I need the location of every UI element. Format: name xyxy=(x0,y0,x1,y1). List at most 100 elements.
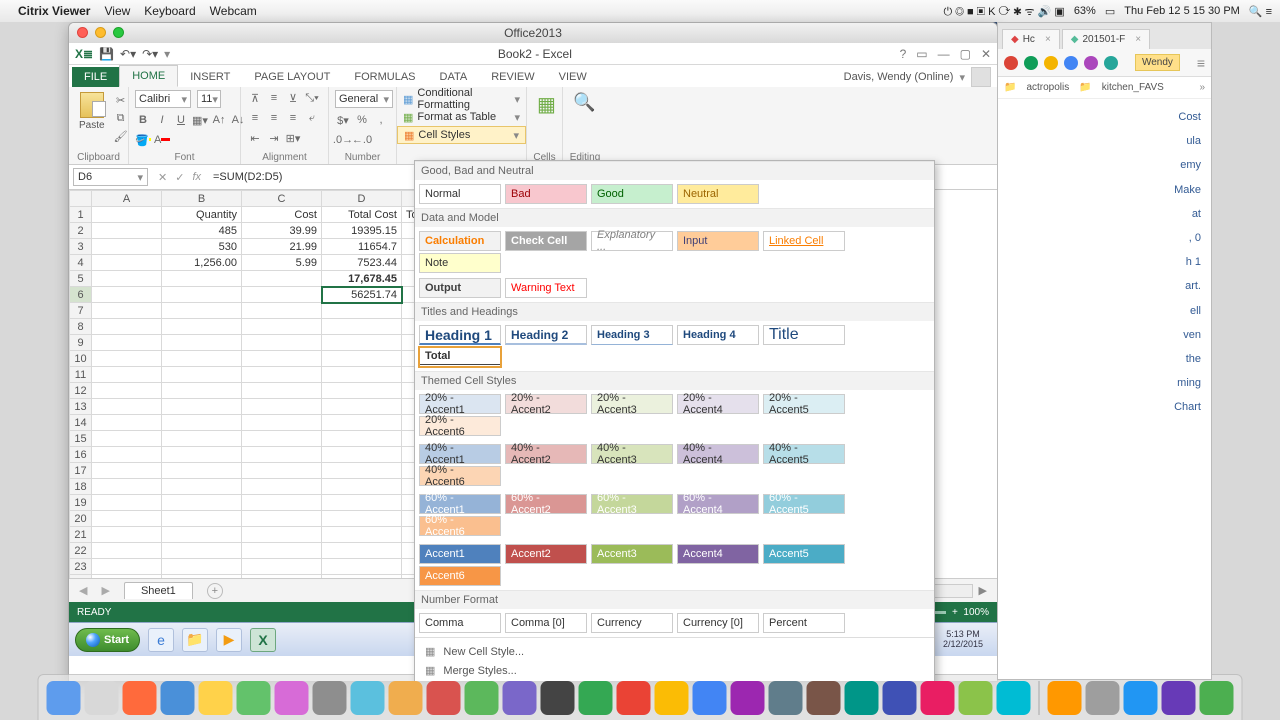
row-header[interactable]: 20 xyxy=(70,511,92,527)
row-header[interactable]: 11 xyxy=(70,367,92,383)
dock-app-icon[interactable] xyxy=(997,681,1031,715)
fx-icon[interactable]: fx xyxy=(192,171,201,184)
style-swatch[interactable]: Heading 4 xyxy=(677,325,759,345)
win-minimize-button[interactable]: — xyxy=(938,47,950,61)
ribbon-display-icon[interactable]: ▭ xyxy=(916,47,927,61)
style-swatch[interactable]: Accent1 xyxy=(419,544,501,564)
style-swatch[interactable]: Calculation xyxy=(419,231,501,251)
windows-clock[interactable]: 5:13 PM2/12/2015 xyxy=(935,630,991,650)
mac-menu-webcam[interactable]: Webcam xyxy=(210,4,257,18)
style-swatch[interactable]: Currency xyxy=(591,613,673,633)
style-swatch[interactable]: 60% - Accent1 xyxy=(419,494,501,514)
font-name-select[interactable]: Calibri▾ xyxy=(135,90,191,108)
ext-icon[interactable] xyxy=(1024,56,1038,70)
style-swatch[interactable]: 60% - Accent2 xyxy=(505,494,587,514)
style-swatch[interactable]: 40% - Accent3 xyxy=(591,444,673,464)
currency-button[interactable]: $▾ xyxy=(335,112,351,128)
style-swatch[interactable]: Accent2 xyxy=(505,544,587,564)
dock-app-icon[interactable] xyxy=(541,681,575,715)
row-header[interactable]: 24 xyxy=(70,575,92,579)
style-swatch[interactable]: Comma xyxy=(419,613,501,633)
dock-app-icon[interactable] xyxy=(1086,681,1120,715)
save-icon[interactable]: 💾 xyxy=(99,47,114,61)
font-color-button[interactable]: A xyxy=(154,132,170,148)
zoom-in-button[interactable]: + xyxy=(952,607,958,618)
style-swatch[interactable]: Title xyxy=(763,325,845,345)
col-header[interactable]: B xyxy=(162,191,242,207)
row-header[interactable]: 17 xyxy=(70,463,92,479)
style-swatch[interactable]: Note xyxy=(419,253,501,273)
user-avatar-icon[interactable] xyxy=(971,67,991,87)
row-header[interactable]: 8 xyxy=(70,319,92,335)
style-swatch[interactable]: 60% - Accent4 xyxy=(677,494,759,514)
mac-menu-keyboard[interactable]: Keyboard xyxy=(144,4,195,18)
spotlight-icon[interactable]: 🔍 ≡ xyxy=(1249,5,1272,18)
taskbar-excel-icon[interactable]: X xyxy=(250,628,276,652)
excel-user[interactable]: Davis, Wendy (Online) xyxy=(844,71,954,83)
style-swatch[interactable]: 60% - Accent6 xyxy=(419,516,501,536)
style-swatch[interactable]: Heading 1 xyxy=(419,325,501,345)
ribbon-tab-pagelayout[interactable]: PAGE LAYOUT xyxy=(242,67,342,87)
wrap-text-button[interactable]: ⤶ xyxy=(304,110,320,126)
win-maximize-button[interactable]: ▢ xyxy=(960,47,971,61)
win-close-button[interactable]: ✕ xyxy=(981,47,991,61)
row-header[interactable]: 4 xyxy=(70,255,92,271)
new-sheet-button[interactable]: + xyxy=(207,583,223,599)
dock-app-icon[interactable] xyxy=(921,681,955,715)
mac-clock[interactable]: Thu Feb 12 5 15 30 PM xyxy=(1124,5,1240,17)
cells-button[interactable]: ▦ xyxy=(533,90,560,119)
cell-styles-button[interactable]: ▦Cell Styles▾ xyxy=(397,126,526,144)
style-swatch[interactable]: Bad xyxy=(505,184,587,204)
merge-button[interactable]: ⊞▾ xyxy=(285,130,301,146)
style-swatch[interactable]: Check Cell xyxy=(505,231,587,251)
row-header[interactable]: 18 xyxy=(70,479,92,495)
style-swatch[interactable]: Good xyxy=(591,184,673,204)
dock-app-icon[interactable] xyxy=(1048,681,1082,715)
row-header[interactable]: 14 xyxy=(70,415,92,431)
sheet-tab[interactable]: Sheet1 xyxy=(124,582,193,599)
style-swatch[interactable]: 20% - Accent5 xyxy=(763,394,845,414)
style-swatch[interactable]: 40% - Accent2 xyxy=(505,444,587,464)
style-swatch[interactable]: Heading 3 xyxy=(591,325,673,345)
sheet-nav-next-icon[interactable]: ▶ xyxy=(101,584,109,597)
row-header[interactable]: 13 xyxy=(70,399,92,415)
style-swatch[interactable]: Warning Text xyxy=(505,278,587,298)
comma-button[interactable]: , xyxy=(373,112,389,128)
col-header[interactable]: A xyxy=(92,191,162,207)
style-swatch[interactable]: Total xyxy=(419,347,501,367)
border-button[interactable]: ▦▾ xyxy=(192,112,208,128)
file-tab[interactable]: FILE xyxy=(72,67,119,87)
undo-icon[interactable]: ↶▾ xyxy=(120,47,136,61)
col-header[interactable]: D xyxy=(322,191,402,207)
style-swatch[interactable]: Neutral xyxy=(677,184,759,204)
help-icon[interactable]: ? xyxy=(900,47,907,61)
style-swatch[interactable]: Comma [0] xyxy=(505,613,587,633)
wifi-icon[interactable]: ⏻ ◎ ■ ▣ K ⟳ ✱ ᯤ 🔊 ▣ xyxy=(943,4,1064,19)
ext-icon[interactable] xyxy=(1104,56,1118,70)
dock-app-icon[interactable] xyxy=(959,681,993,715)
dock-app-icon[interactable] xyxy=(161,681,195,715)
row-header[interactable]: 22 xyxy=(70,543,92,559)
ext-icon[interactable] xyxy=(1064,56,1078,70)
align-bottom-button[interactable]: ⊻ xyxy=(285,90,301,106)
row-header[interactable]: 16 xyxy=(70,447,92,463)
decrease-decimal-button[interactable]: ←.0 xyxy=(354,132,370,148)
row-header[interactable]: 1 xyxy=(70,207,92,223)
style-swatch[interactable]: 40% - Accent1 xyxy=(419,444,501,464)
dock-app-icon[interactable] xyxy=(123,681,157,715)
row-header[interactable]: 6 xyxy=(70,287,92,303)
dock-app-icon[interactable] xyxy=(351,681,385,715)
dock-app-icon[interactable] xyxy=(1200,681,1234,715)
style-swatch[interactable]: 60% - Accent5 xyxy=(763,494,845,514)
dock-app-icon[interactable] xyxy=(693,681,727,715)
ribbon-tab-view[interactable]: VIEW xyxy=(547,67,599,87)
ribbon-tab-home[interactable]: HOME xyxy=(119,65,178,87)
sheet-nav-prev-icon[interactable]: ◀ xyxy=(79,584,87,597)
row-header[interactable]: 2 xyxy=(70,223,92,239)
ext-icon[interactable] xyxy=(1084,56,1098,70)
paste-button[interactable]: Paste xyxy=(75,90,109,133)
ext-icon[interactable] xyxy=(1044,56,1058,70)
style-swatch[interactable]: 20% - Accent2 xyxy=(505,394,587,414)
font-size-select[interactable]: 11▾ xyxy=(197,90,221,108)
browser-user[interactable]: Wendy xyxy=(1135,54,1180,71)
